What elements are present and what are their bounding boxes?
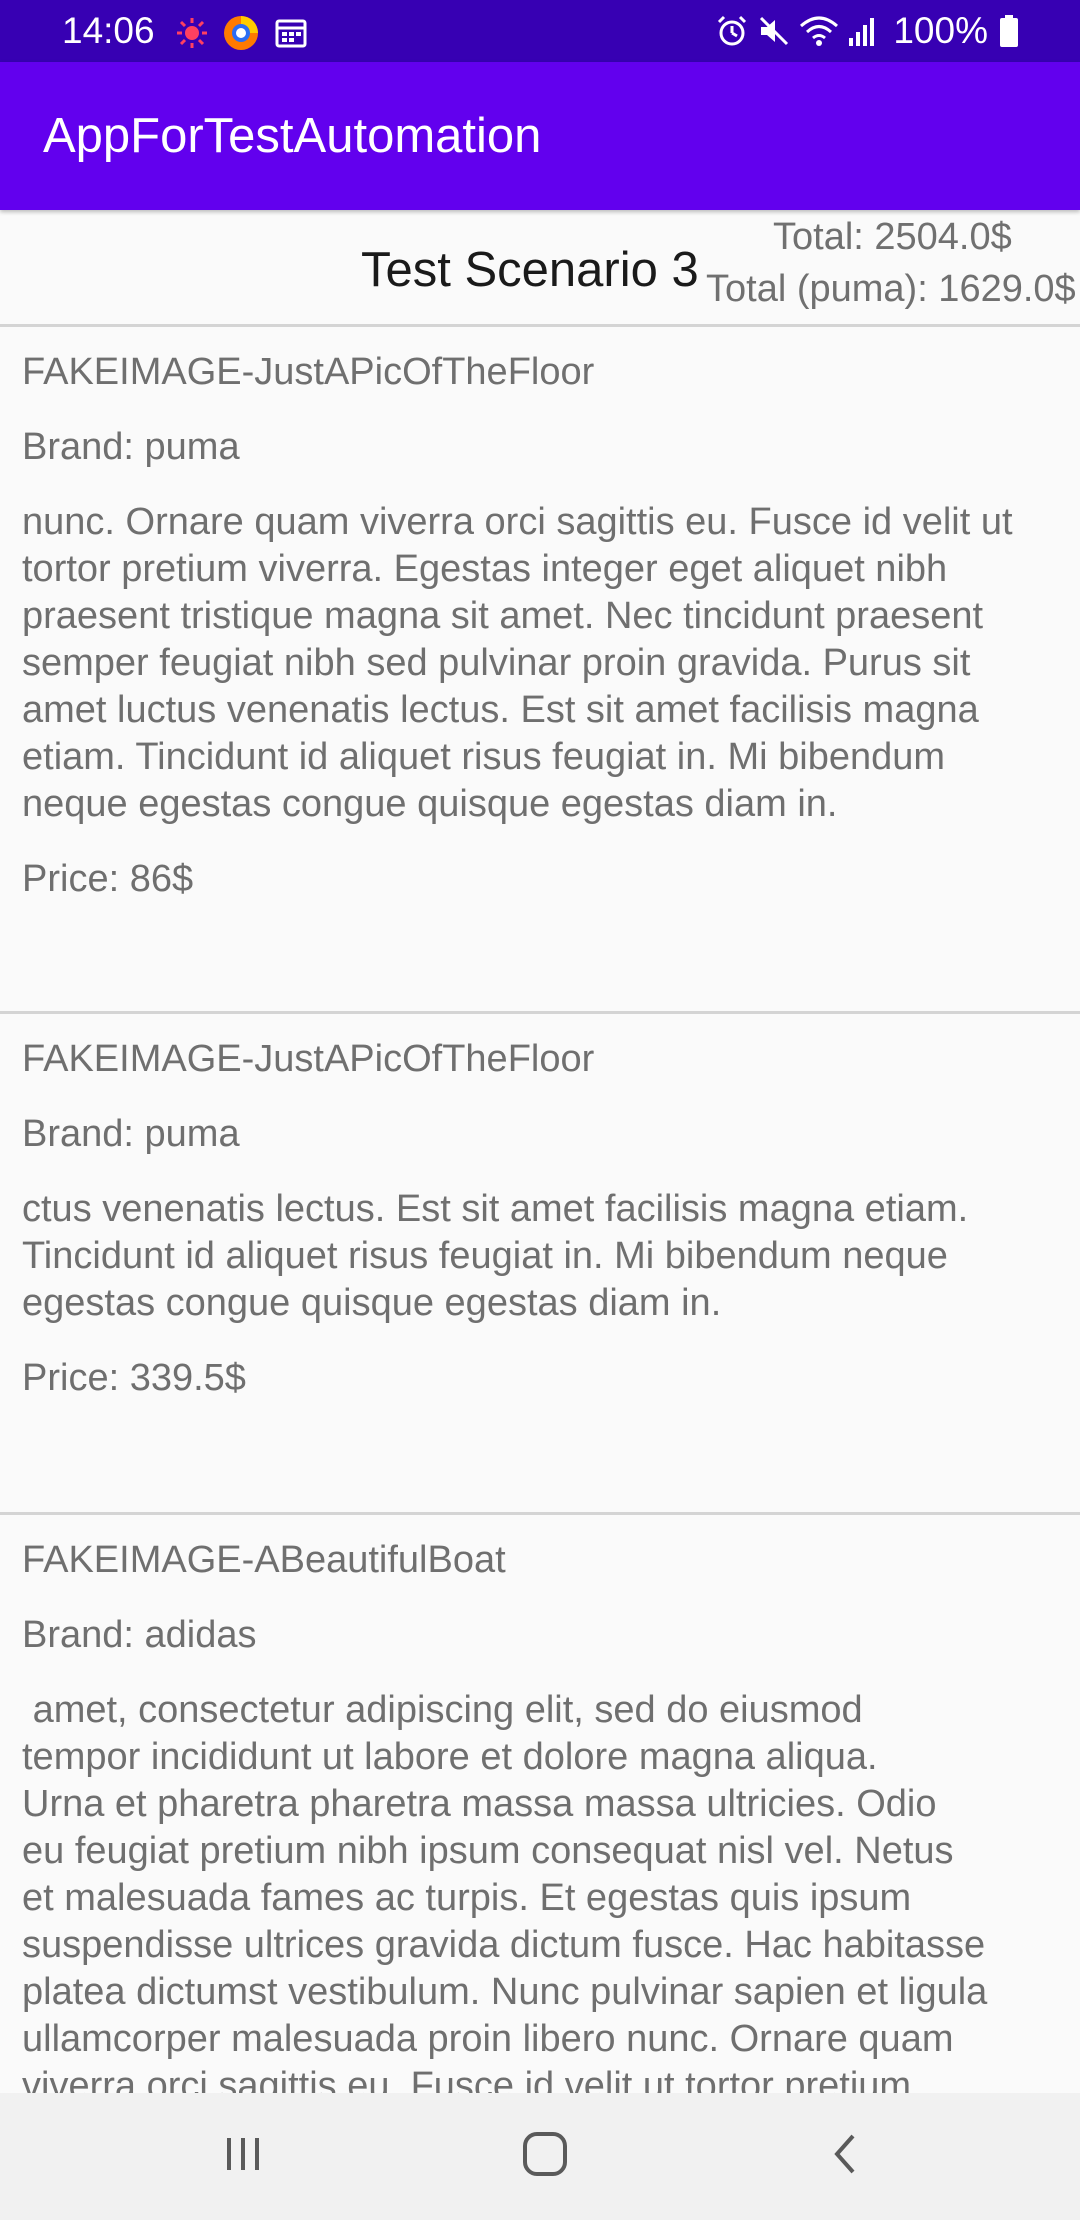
item-image-name: FAKEIMAGE-JustAPicOfTheFloor	[22, 351, 595, 393]
status-left-icons	[176, 14, 308, 52]
item-brand: Brand: puma	[22, 1113, 240, 1155]
app-bar: AppForTestAutomation	[0, 62, 1080, 210]
status-right-icons	[715, 14, 877, 48]
notification-dot-icon	[176, 17, 208, 49]
scenario-header: Test Scenario 3 Total: 2504.0$ Total (pu…	[0, 210, 1080, 327]
battery-text: 100%	[893, 10, 988, 51]
total-label: Total: 2504.0$	[773, 216, 1012, 258]
back-button[interactable]	[787, 2093, 907, 2220]
item-brand: Brand: adidas	[22, 1614, 257, 1656]
recents-icon	[221, 2132, 265, 2181]
item-image-name: FAKEIMAGE-ABeautifulBoat	[22, 1539, 506, 1581]
item-description: ctus venenatis lectus. Est sit amet faci…	[22, 1188, 979, 1324]
item-brand: Brand: puma	[22, 426, 240, 468]
status-time: 14:06	[62, 10, 155, 51]
screen: 14:06 100% AppForTestAutomation Test Sce…	[0, 0, 1080, 2220]
home-icon	[521, 2130, 569, 2183]
alarm-icon	[715, 14, 749, 48]
item-image-name: FAKEIMAGE-JustAPicOfTheFloor	[22, 1038, 595, 1080]
navigation-bar	[0, 2093, 1080, 2220]
calendar-icon	[274, 16, 308, 50]
battery-icon	[998, 14, 1020, 48]
list-item[interactable]: FAKEIMAGE-JustAPicOfTheFloor Brand: puma…	[0, 1014, 1080, 1515]
item-description: amet, consectetur adipiscing elit, sed d…	[22, 1689, 988, 2093]
list-item[interactable]: FAKEIMAGE-ABeautifulBoat Brand: adidas a…	[0, 1515, 1080, 2093]
wifi-icon	[799, 14, 839, 48]
scenario-title: Test Scenario 3	[361, 243, 699, 297]
status-bar: 14:06 100%	[0, 0, 1080, 62]
browser-icon	[222, 14, 260, 52]
item-description: nunc. Ornare quam viverra orci sagittis …	[22, 501, 1024, 825]
back-icon	[825, 2132, 869, 2181]
item-price: Price: 86$	[22, 858, 194, 900]
recents-button[interactable]	[183, 2093, 303, 2220]
signal-icon	[847, 14, 877, 48]
home-button[interactable]	[485, 2093, 605, 2220]
list-item[interactable]: FAKEIMAGE-JustAPicOfTheFloor Brand: puma…	[0, 327, 1080, 1014]
product-list[interactable]: FAKEIMAGE-JustAPicOfTheFloor Brand: puma…	[0, 327, 1080, 2093]
total-puma-label: Total (puma): 1629.0$	[706, 268, 1076, 310]
item-price: Price: 339.5$	[22, 1357, 246, 1399]
status-right: 100%	[715, 8, 1020, 54]
app-title: AppForTestAutomation	[43, 109, 542, 163]
mute-icon	[757, 14, 791, 48]
